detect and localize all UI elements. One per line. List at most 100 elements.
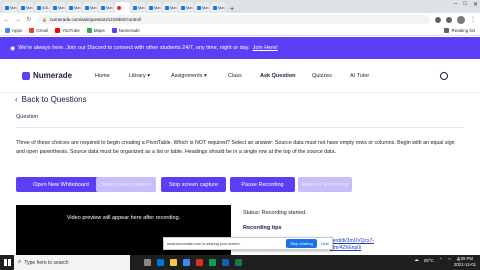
- divider: [16, 127, 464, 128]
- extension-icon[interactable]: [435, 16, 441, 23]
- favicon-icon: [181, 5, 185, 10]
- lock-icon: 🔒: [42, 17, 47, 22]
- stop-screen-capture-button[interactable]: Stop screen capture: [161, 177, 226, 192]
- browser-tab[interactable]: Nun: [83, 2, 98, 13]
- nav-home[interactable]: Home: [95, 73, 110, 79]
- nav-class[interactable]: Class: [228, 73, 242, 79]
- taskbar-apps: [144, 259, 242, 266]
- favicon-icon: [53, 5, 57, 10]
- chevron-left-icon: ‹: [15, 95, 18, 104]
- system-clock[interactable]: 3:29 PM 2021-12-01: [454, 256, 476, 268]
- maximize-icon[interactable]: □: [463, 1, 467, 8]
- search-icon: ⌕: [18, 259, 22, 265]
- bookmark-item[interactable]: YouTube: [55, 28, 80, 33]
- url-field[interactable]: 🔒 numerade.com/ask/question/1219362/cont…: [37, 15, 430, 24]
- question-heading: Question: [16, 114, 39, 120]
- recording-tips-heading: Recording tips: [243, 225, 282, 231]
- bookmark-item[interactable]: Apps: [5, 28, 22, 33]
- weather-icon: ☁: [414, 257, 419, 262]
- reading-list[interactable]: Reading list: [444, 28, 475, 33]
- browser-tab[interactable]: Nun: [195, 2, 210, 13]
- browser-tab[interactable]: Nun: [131, 2, 146, 13]
- task-view-icon[interactable]: [144, 259, 151, 266]
- excel-icon[interactable]: [235, 259, 242, 266]
- join-here-link[interactable]: Join Here!: [253, 45, 278, 51]
- reload-icon[interactable]: ↻: [26, 16, 32, 23]
- favicon-icon: [37, 5, 41, 10]
- bookmark-item[interactable]: Maps: [86, 28, 105, 33]
- user-account-icon[interactable]: [440, 72, 448, 80]
- close-icon[interactable]: ✕: [473, 1, 478, 8]
- bookmark-icon: [55, 28, 61, 33]
- forward-arrow-icon[interactable]: →: [15, 17, 21, 23]
- browser-tab[interactable]: Nun: [179, 2, 194, 13]
- sharing-message: www.numerade.com is sharing your screen.: [167, 241, 241, 246]
- nav-library[interactable]: Library ▾: [129, 73, 150, 79]
- favicon-icon: [117, 5, 121, 10]
- favicon-icon: [213, 5, 217, 10]
- nav-ask-question[interactable]: Ask Question: [260, 73, 295, 79]
- file-explorer-icon[interactable]: [170, 259, 177, 266]
- app-icon[interactable]: [196, 259, 203, 266]
- site-header: Numerade Home Library ▾ Assignments ▾ Cl…: [0, 59, 480, 93]
- favicon-icon: [21, 5, 25, 10]
- nav-ai-tutor[interactable]: AI Tutor: [350, 73, 369, 79]
- bookmark-item[interactable]: Gmail: [29, 28, 48, 33]
- screen-sharing-bar: www.numerade.com is sharing your screen.…: [163, 237, 333, 250]
- browser-tab[interactable]: Nun: [19, 2, 34, 13]
- profile-avatar[interactable]: [457, 15, 465, 24]
- weather-temp: 28°C: [423, 257, 434, 263]
- browser-tab[interactable]: Nun: [99, 2, 114, 13]
- back-arrow-icon[interactable]: ←: [4, 17, 10, 23]
- reading-list-icon: [444, 28, 450, 33]
- favicon-icon: [165, 5, 169, 10]
- minimize-icon[interactable]: –: [454, 1, 457, 8]
- clip-link[interactable]: nerd/di/3mUVQcx7- tdm/4ZhEnp0i: [330, 238, 374, 252]
- word-icon[interactable]: [222, 259, 229, 266]
- browser-tab[interactable]: Nun: [67, 2, 82, 13]
- nav-quizzes[interactable]: Quizzes: [312, 73, 332, 79]
- hide-button[interactable]: Hide: [321, 241, 329, 246]
- new-tab-icon[interactable]: +: [230, 6, 234, 13]
- wifi-icon[interactable]: ◠: [448, 257, 452, 263]
- browser-tab[interactable]: Nun: [51, 2, 66, 13]
- windows-taskbar: ⌕ Type here to search ☁ 28°C ⌃ ◠ ◁ 3:29 …: [0, 255, 480, 270]
- browser-tab[interactable]: SOL: [35, 2, 50, 13]
- browser-tab-strip: Nun Nun SOL Nun Nun Nun Nun Nun Nun Nun Nun Nun Nun +: [0, 0, 480, 13]
- menu-icon[interactable]: ⋮: [470, 16, 476, 23]
- banner-text: We're always here. Join our Discord to c…: [18, 45, 250, 51]
- numerade-logo[interactable]: Numerade: [22, 71, 72, 80]
- resume-recording-button[interactable]: Resume Recording: [298, 177, 352, 192]
- bookmark-item[interactable]: Numerade: [111, 28, 140, 33]
- favicon-icon: [149, 5, 153, 10]
- extension-icon[interactable]: [446, 16, 452, 23]
- favicon-icon: [5, 5, 9, 10]
- logo-mark-icon: [22, 71, 30, 80]
- start-screen-capture-button[interactable]: Start screen capture: [96, 177, 156, 192]
- browser-tab[interactable]: [115, 2, 130, 13]
- chevron-up-icon[interactable]: ⌃: [439, 257, 443, 263]
- pause-recording-button[interactable]: Pause Recording: [230, 177, 295, 192]
- browser-tab[interactable]: Nun: [147, 2, 162, 13]
- nav-assignments[interactable]: Assignments ▾: [171, 73, 207, 79]
- stop-sharing-button[interactable]: Stop sharing: [286, 239, 317, 248]
- favicon-icon: [133, 5, 137, 10]
- windows-logo-icon: [3, 259, 11, 266]
- favicon-icon: [101, 5, 105, 10]
- address-bar: ← → ↻ 🔒 numerade.com/ask/question/121936…: [0, 13, 480, 26]
- browser-tab[interactable]: Nun: [211, 2, 226, 13]
- back-to-questions-link[interactable]: ‹ Back to Questions: [15, 95, 87, 104]
- browser-tab[interactable]: Nun: [3, 2, 18, 13]
- chrome-icon[interactable]: [183, 259, 190, 266]
- window-controls: – □ ✕: [454, 1, 478, 8]
- taskbar-search[interactable]: ⌕ Type here to search: [14, 255, 130, 270]
- url-text: numerade.com/ask/question/1219362/contro…: [49, 17, 142, 22]
- favicon-icon: [85, 5, 89, 10]
- open-whiteboard-button[interactable]: Open New Whiteboard: [16, 177, 106, 192]
- bookmark-icon: [111, 28, 117, 33]
- app-icon[interactable]: [209, 259, 216, 266]
- bookmarks-bar: Apps Gmail YouTube Maps Numerade Reading lis…: [0, 26, 480, 36]
- edge-icon[interactable]: [157, 259, 164, 266]
- browser-tab[interactable]: Nun: [163, 2, 178, 13]
- start-button[interactable]: [0, 255, 14, 270]
